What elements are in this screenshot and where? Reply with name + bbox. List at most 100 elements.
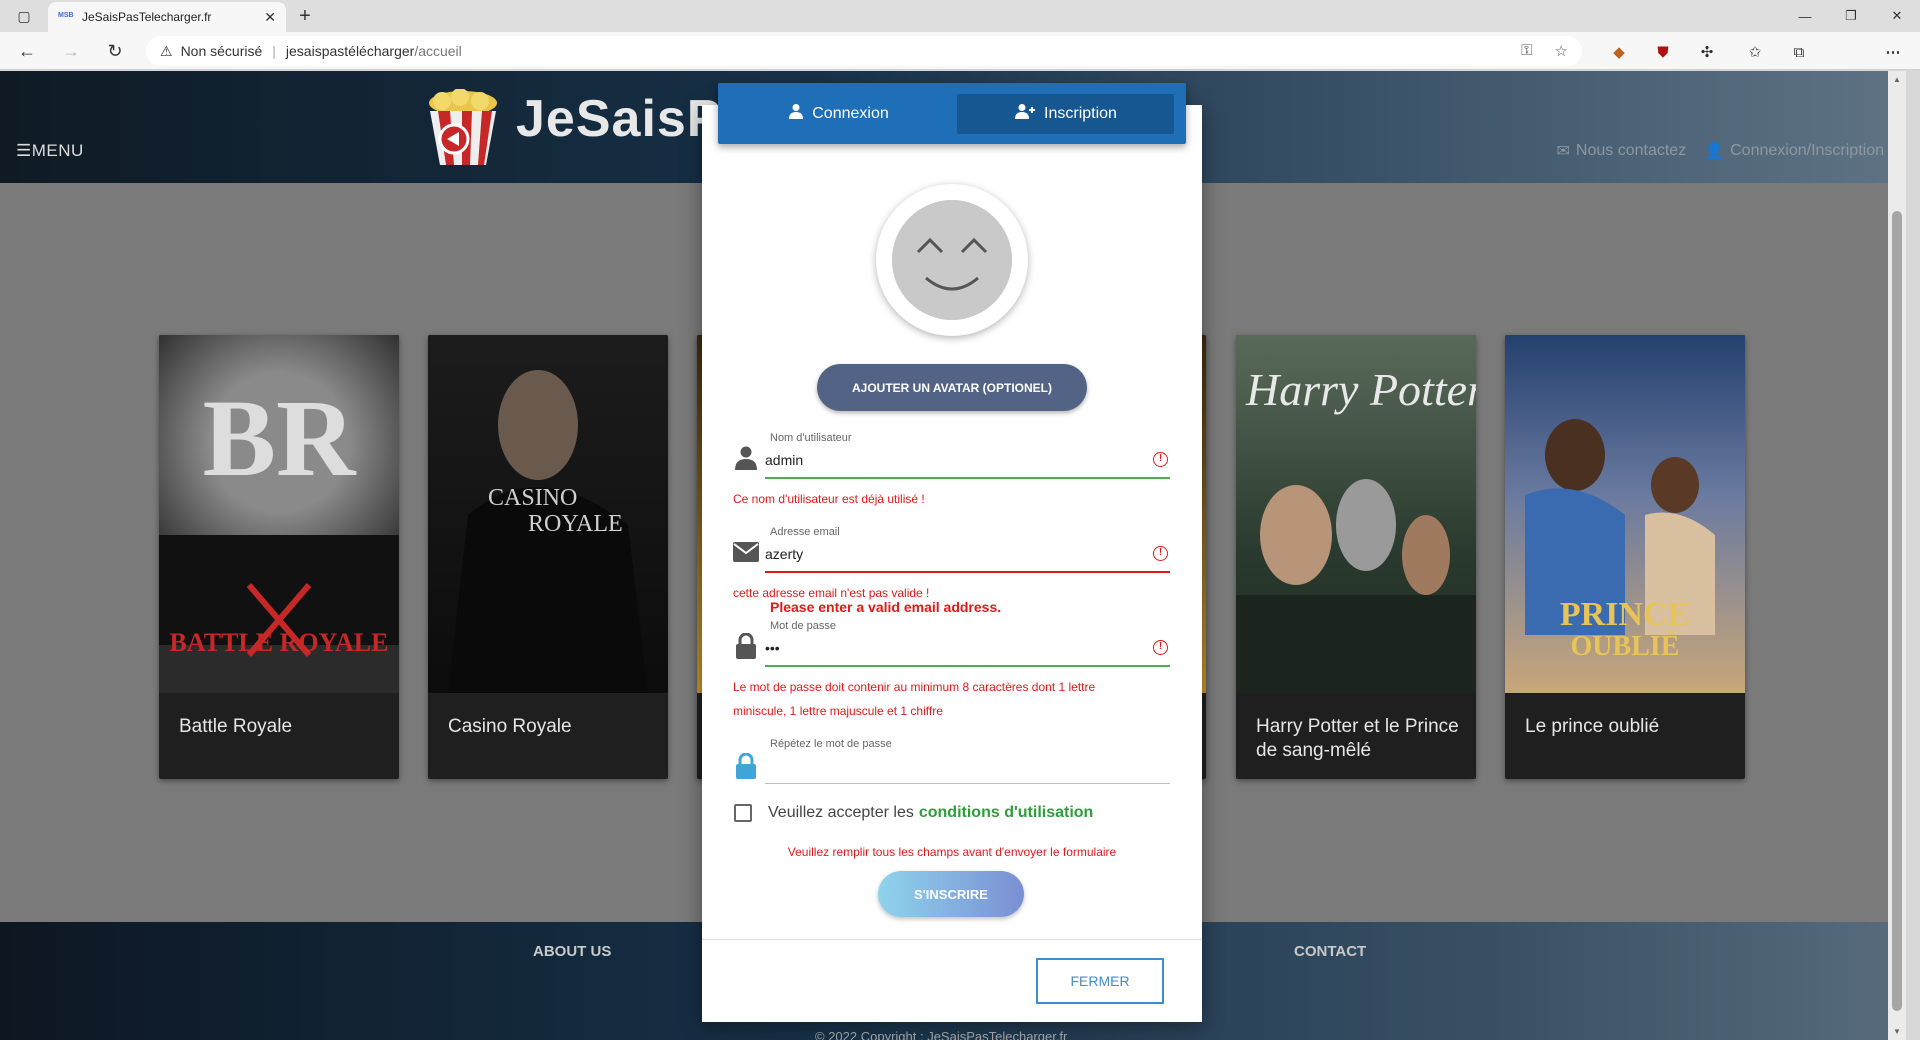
email-label: Adresse email: [770, 526, 840, 538]
tab-title: JeSaisPasTelecharger.fr: [82, 10, 212, 24]
email-input[interactable]: azerty: [765, 546, 803, 562]
contact-label: Nous contactez: [1575, 142, 1687, 159]
avatar-preview: [876, 184, 1028, 336]
popcorn-bucket-icon: [429, 89, 497, 165]
favorite-star-icon[interactable]: ☆: [1555, 42, 1568, 60]
menu-label: MENU: [31, 141, 84, 160]
scroll-down-icon[interactable]: ▼: [1888, 1027, 1906, 1036]
contact-link[interactable]: ✉ Nous contactez: [1557, 141, 1687, 161]
battle-royale-poster: BR BATTLE ROYALE: [159, 377, 399, 657]
add-avatar-button[interactable]: AJOUTER UN AVATAR (OPTIONEL): [817, 364, 1087, 411]
collections-icon[interactable]: ⧉: [1788, 41, 1810, 63]
tab-login-label: Connexion: [812, 104, 889, 122]
input-underline: [765, 571, 1170, 573]
username-input[interactable]: admin: [765, 452, 803, 468]
svg-text:ROYALE: ROYALE: [528, 511, 623, 537]
svg-text:Harry Potter: Harry Potter: [1245, 364, 1476, 415]
email-browser-error: Please enter a valid email address.: [770, 599, 1002, 615]
favorites-icon[interactable]: ✩: [1744, 41, 1766, 63]
movie-poster: PRINCE OUBLIÉ: [1505, 335, 1745, 693]
terms-row: Veuillez accepter les conditions d'utili…: [734, 804, 1093, 822]
lock-icon: [732, 632, 760, 660]
reload-button[interactable]: ↻: [104, 41, 126, 63]
form-error: Veuillez remplir tous les champs avant d…: [787, 845, 1117, 859]
password-input[interactable]: •••: [765, 640, 780, 656]
login-link[interactable]: 👤 Connexion/Inscription: [1704, 141, 1884, 161]
svg-text:BATTLE ROYALE: BATTLE ROYALE: [170, 628, 389, 657]
site-logo[interactable]: JeSaisP: [420, 83, 723, 171]
input-underline: [765, 477, 1170, 479]
envelope-icon: ✉: [1556, 143, 1570, 160]
error-icon: !: [1153, 452, 1168, 467]
more-menu-icon[interactable]: ⋯: [1882, 41, 1904, 63]
browser-toolbar: ← → ↻ ⚠ Non sécurisé | jesaispastéléchar…: [0, 32, 1920, 96]
minimize-icon[interactable]: —: [1782, 0, 1828, 32]
movie-title: Battle Royale: [179, 716, 293, 737]
footer-contact[interactable]: CONTACT: [1294, 943, 1366, 960]
casino-royale-poster: CASINO ROYALE: [448, 370, 648, 693]
svg-text:CASINO: CASINO: [488, 485, 577, 511]
url-path: /accueil: [414, 43, 462, 59]
input-underline: [765, 665, 1170, 667]
terms-checkbox[interactable]: [734, 804, 752, 822]
user-icon: [732, 444, 760, 472]
movie-card[interactable]: CASINO ROYALE Casino Royale: [428, 335, 668, 779]
svg-text:PRINCE: PRINCE: [1560, 596, 1690, 633]
browser-tab[interactable]: MSB JeSaisPasTelecharger.fr ✕: [48, 2, 286, 32]
warning-icon: ⚠: [160, 42, 173, 59]
prince-oublie-poster: PRINCE OUBLIÉ: [1525, 419, 1715, 662]
lock-icon: [732, 752, 760, 780]
terms-link[interactable]: conditions d'utilisation: [919, 804, 1093, 822]
password-error-line2: miniscule, 1 lettre majuscule et 1 chiff…: [733, 704, 943, 718]
movie-card[interactable]: PRINCE OUBLIÉ Le prince oublié: [1505, 335, 1745, 779]
browser-tab-bar: ▢ MSB JeSaisPasTelecharger.fr ✕ + — ❐ ✕: [0, 0, 1920, 32]
back-button[interactable]: ←: [16, 41, 38, 63]
extensions-puzzle-icon[interactable]: ✣: [1696, 41, 1718, 63]
tab-login[interactable]: Connexion: [730, 94, 947, 134]
header-links: ✉ Nous contactez 👤 Connexion/Inscription: [1557, 141, 1884, 161]
error-icon: !: [1153, 640, 1168, 655]
close-button[interactable]: FERMER: [1036, 958, 1164, 1004]
footer-about[interactable]: ABOUT US: [533, 943, 611, 960]
password-repeat-label: Répétez le mot de passe: [770, 738, 892, 750]
logo-text: JeSaisP: [516, 90, 723, 148]
scroll-up-icon[interactable]: ▲: [1888, 75, 1906, 84]
forward-button[interactable]: →: [60, 41, 82, 63]
tab-register-label: Inscription: [1044, 104, 1117, 122]
smiley-avatar-icon: [892, 200, 1012, 320]
movie-card[interactable]: Harry Potter Harry Potter et le Prince d…: [1236, 335, 1476, 779]
tab-actions-icon[interactable]: ▢: [10, 6, 38, 26]
username-label: Nom d'utilisateur: [770, 432, 852, 444]
password-repeat-field[interactable]: Répétez le mot de passe: [728, 738, 1170, 788]
key-icon[interactable]: ⚿: [1521, 42, 1532, 60]
movie-title: Le prince oublié: [1525, 716, 1660, 737]
envelope-icon: [732, 538, 760, 566]
extension-icon[interactable]: ◆: [1608, 41, 1630, 63]
new-tab-button[interactable]: +: [294, 5, 316, 28]
ublock-icon[interactable]: ⛊: [1652, 41, 1674, 63]
password-field[interactable]: Mot de passe ••• !: [728, 620, 1170, 670]
tab-register[interactable]: Inscription: [957, 93, 1174, 134]
email-field[interactable]: Adresse email azerty !: [728, 526, 1170, 576]
movie-poster: Harry Potter: [1236, 335, 1476, 693]
modal-tabs: Connexion Inscription: [718, 83, 1186, 144]
submit-button[interactable]: S'INSCRIRE: [878, 871, 1024, 917]
page-scrollbar[interactable]: ▲ ▼: [1888, 71, 1906, 1040]
error-icon: !: [1153, 546, 1168, 561]
scrollbar-thumb[interactable]: [1892, 211, 1902, 1011]
username-error: Ce nom d'utilisateur est déjà utilisé !: [733, 492, 925, 506]
user-icon: 👤: [1704, 143, 1725, 160]
movie-card[interactable]: BR BATTLE ROYALE Battle Royale: [159, 335, 399, 779]
movie-title: Harry Potter et le Prince de sang-mêlé: [1256, 716, 1459, 761]
restore-icon[interactable]: ❐: [1828, 0, 1874, 32]
close-window-icon[interactable]: ✕: [1874, 0, 1920, 32]
tab-close-icon[interactable]: ✕: [264, 9, 276, 26]
menu-button[interactable]: ☰MENU: [16, 141, 84, 161]
password-error-line1: Le mot de passe doit contenir au minimum…: [733, 680, 1096, 694]
user-icon: [788, 103, 804, 124]
user-plus-icon: [1014, 103, 1036, 124]
svg-text:OUBLIÉ: OUBLIÉ: [1571, 631, 1680, 662]
username-field[interactable]: Nom d'utilisateur admin !: [728, 432, 1170, 482]
address-bar[interactable]: ⚠ Non sécurisé | jesaispastélécharger /a…: [146, 36, 1582, 66]
harry-potter-poster: Harry Potter: [1236, 364, 1476, 693]
